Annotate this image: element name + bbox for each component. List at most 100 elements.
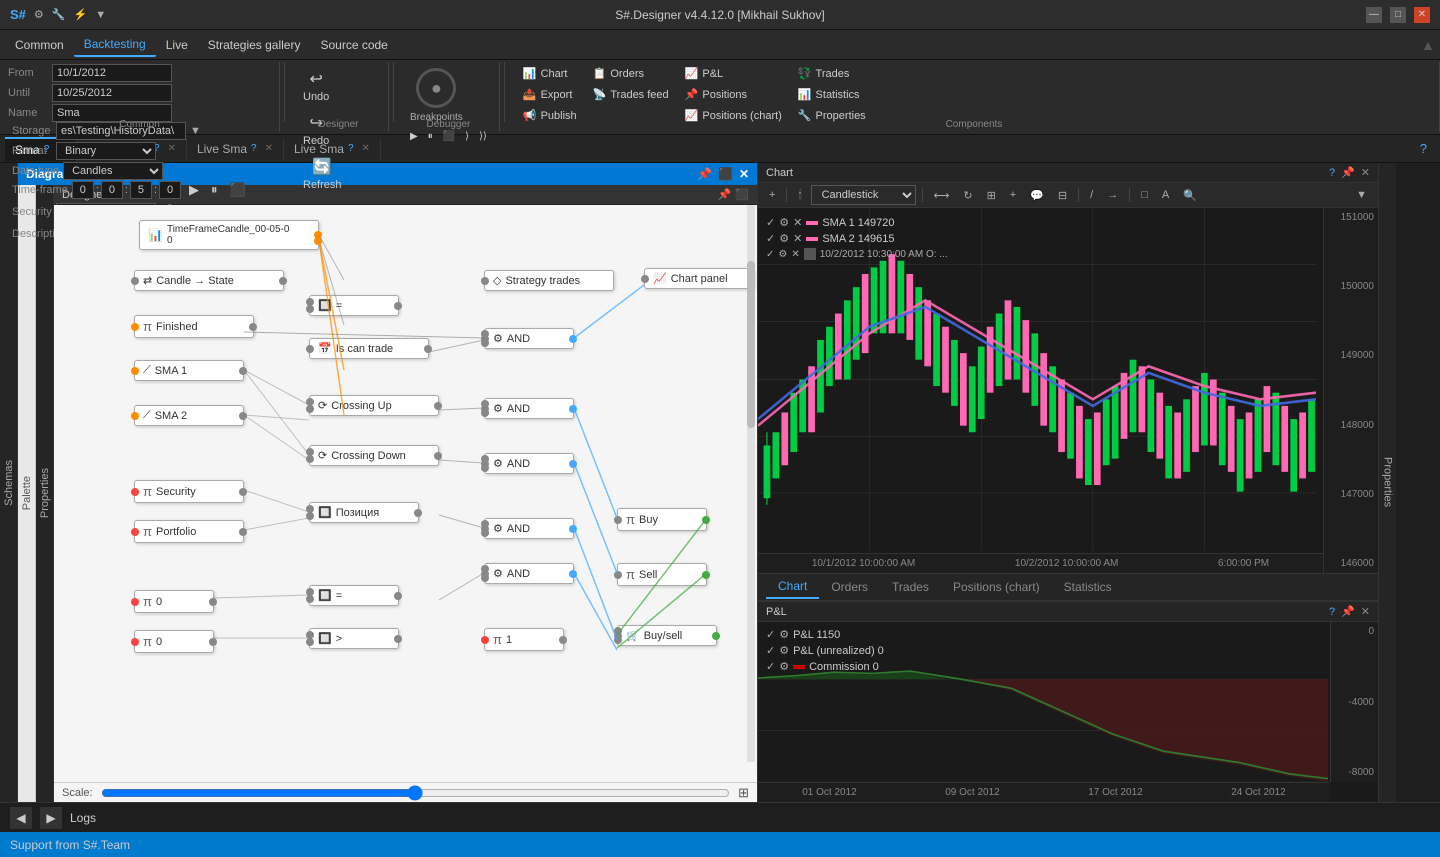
pnl-check1[interactable]: ✓ [766,628,775,641]
pnl-canvas[interactable]: ✓ ⚙ P&L 1150 ✓ ⚙ P&L (unrealized) 0 ✓ ⚙ … [758,622,1378,802]
menu-source-code[interactable]: Source code [310,34,397,56]
pnl-gear1[interactable]: ⚙ [779,628,789,641]
datatype-select[interactable]: Candles [63,162,163,180]
maximize-button[interactable]: □ [1390,7,1406,23]
until-input[interactable] [52,84,172,102]
legend-sma1-gear[interactable]: ⚙ [779,216,789,229]
schemas-label[interactable]: Schemas [3,460,15,506]
ribbon-collapse-btn[interactable]: ▲ [1421,37,1435,53]
debug-btn3[interactable]: ⬛ [439,129,459,144]
node-is-can-trade[interactable]: 📅 Is can trade [309,338,429,359]
node-buy[interactable]: π Buy [617,508,707,531]
chart-tb-btn4[interactable]: + [1005,186,1021,204]
chart-tb-btn6[interactable]: ⊟ [1053,186,1072,205]
title-bar-icon4[interactable]: ▼ [95,9,106,21]
designer-pin-btn[interactable]: 📌 [718,188,732,201]
node-sma2[interactable]: ⟋ SMA 2 [134,405,244,426]
format-select[interactable]: Binary [56,142,156,160]
chart-candle-icon-btn[interactable]: 🕯 [793,186,806,205]
diagram-pin2-btn[interactable]: ⬛ [718,167,733,181]
node-candle-state[interactable]: ⇄ Candle → State [134,270,284,291]
pnl-check2[interactable]: ✓ [766,644,775,657]
title-bar-icon3[interactable]: ⚡ [73,8,87,21]
title-bar-icon2[interactable]: 🔧 [52,8,66,21]
right-properties-label[interactable]: Properties [1382,457,1394,507]
debug-btn5[interactable]: ⟩⟩ [475,129,491,144]
node-portfolio[interactable]: π Portfolio [134,520,244,543]
tab-live-sma1-close[interactable]: ✕ [265,143,273,154]
scale-slider[interactable] [101,789,731,797]
designer-canvas[interactable]: 📊 TimeFrameCandle_00-05-0 0 ⇄ Candle → S… [54,205,757,782]
tab-live-sma1[interactable]: Live Sma ? ✕ [187,138,284,160]
legend-sma2-check[interactable]: ✓ [766,232,775,245]
node-and3[interactable]: ⚙ AND [484,453,574,474]
chart-tb-rect-btn[interactable]: □ [1136,186,1153,204]
node-buy-sell[interactable]: 🛒 Buy/sell [617,625,717,646]
chart-tb-btn1[interactable]: ⟷ [929,186,955,205]
legend-candle-x[interactable]: ✕ [791,249,799,260]
node-and2[interactable]: ⚙ AND [484,398,574,419]
pnl-help-btn[interactable]: ? [1329,606,1335,618]
node-pozicija[interactable]: 🔲 Позиция [309,502,419,523]
statistics-button[interactable]: 📊 Statistics [792,85,872,104]
node-and5[interactable]: ⚙ AND [484,563,574,584]
timeframe-m[interactable] [101,181,123,199]
legend-candle-check[interactable]: ✓ [766,249,774,260]
node-equals1[interactable]: 🔲 = [309,295,399,316]
chart-tb-text-btn[interactable]: A [1157,186,1174,204]
chart-tab-positions[interactable]: Positions (chart) [941,576,1052,598]
legend-sma1-close[interactable]: ✕ [793,216,802,229]
chart-button[interactable]: 📊 Chart [517,64,583,83]
palette-label[interactable]: Palette [21,476,33,510]
debug-btn4[interactable]: ⟩ [461,129,473,144]
chart-tb-btn2[interactable]: ↻ [958,186,977,205]
title-bar-menu-icon[interactable]: ⚙ [34,8,44,21]
candlestick-select[interactable]: Candlestick [811,185,916,205]
chart-tb-arrow-btn[interactable]: → [1102,186,1123,204]
timeframe-ms[interactable] [159,181,181,199]
node-finished[interactable]: π Finished [134,315,254,338]
redo-button[interactable]: ↪ Redo [297,110,335,150]
chart-close-btn[interactable]: ✕ [1361,166,1370,179]
node-equals2[interactable]: 🔲 = [309,585,399,606]
chart-tab-orders[interactable]: Orders [819,576,880,598]
scroll-indicator[interactable] [747,205,755,762]
tab-live-sma2-help[interactable]: ? [348,143,354,154]
pl-button[interactable]: 📈 P&L [679,64,788,83]
forward-button[interactable]: ▶ [40,807,62,829]
tab-live-sma2-close[interactable]: ✕ [362,143,370,154]
menu-live[interactable]: Live [156,34,198,56]
undo-button[interactable]: ↩ Undo [297,66,335,106]
orders-button[interactable]: 📋 Orders [587,64,675,83]
close-button[interactable]: ✕ [1414,7,1430,23]
node-crossing-down[interactable]: ⟳ Crossing Down [309,445,439,466]
node-and1[interactable]: ⚙ AND [484,328,574,349]
menu-backtesting[interactable]: Backtesting [74,33,156,57]
legend-sma1-check[interactable]: ✓ [766,216,775,229]
chart-tab-trades[interactable]: Trades [880,576,941,598]
node-timeframe[interactable]: 📊 TimeFrameCandle_00-05-0 0 [139,220,319,250]
debug-btn2[interactable]: ⏸ [424,129,437,144]
trades-feed-button[interactable]: 📡 Trades feed [587,85,675,104]
menu-strategies-gallery[interactable]: Strategies gallery [198,34,311,56]
chart-tb-btn5[interactable]: 💬 [1025,186,1049,205]
minimize-button[interactable]: — [1366,7,1382,23]
pnl-close-btn[interactable]: ✕ [1361,605,1370,618]
legend-sma2-close[interactable]: ✕ [793,232,802,245]
timeframe-s[interactable] [130,181,152,199]
trades-button[interactable]: 💱 Trades [792,64,872,83]
chart-tab-statistics[interactable]: Statistics [1052,576,1124,598]
node-sell[interactable]: π Sell [617,563,707,586]
diagram-pin-btn[interactable]: 📌 [697,167,712,181]
diagram-close-btn[interactable]: ✕ [739,167,749,181]
legend-candle-gear[interactable]: ⚙ [778,249,787,260]
tab-live-sma1-help[interactable]: ? [251,143,257,154]
chart-tb-line-btn[interactable]: / [1085,186,1098,204]
designer-float-btn[interactable]: ⬛ [735,188,749,201]
from-input[interactable] [52,64,172,82]
pause-button[interactable]: ⏸ [207,180,222,200]
stop-button[interactable]: ⬛ [226,180,250,200]
global-help-btn[interactable]: ? [1412,141,1435,156]
node-crossing-up[interactable]: ⟳ Crossing Up [309,395,439,416]
export-button[interactable]: 📤 Export [517,85,583,104]
